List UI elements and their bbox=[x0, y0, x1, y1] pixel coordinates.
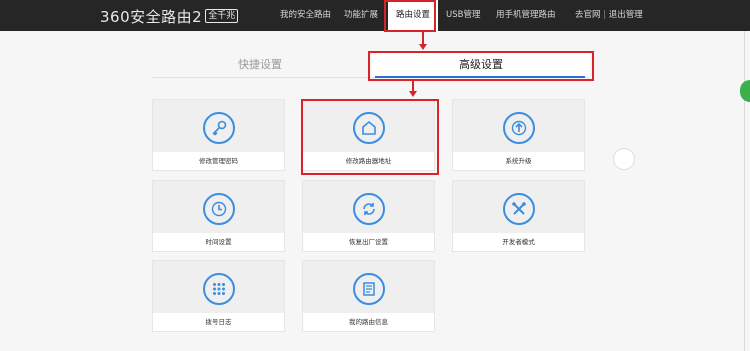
annotation-box-card bbox=[301, 99, 439, 175]
document-icon bbox=[352, 273, 385, 305]
annotation-arrow-1 bbox=[419, 44, 427, 50]
scrollbar-track bbox=[744, 31, 745, 351]
nav-my-router[interactable]: 我的安全路由 bbox=[280, 0, 331, 31]
nav-extensions[interactable]: 功能扩展 bbox=[344, 0, 378, 31]
nav-mobile-management[interactable]: 用手机管理路由 bbox=[496, 0, 556, 31]
clock-icon bbox=[202, 193, 235, 225]
card-label: 拨号日志 bbox=[153, 313, 284, 331]
tools-icon bbox=[502, 193, 535, 225]
card-developer-mode[interactable]: 开发者模式 bbox=[452, 180, 585, 252]
card-factory-reset[interactable]: 恢复出厂设置 bbox=[302, 180, 435, 252]
dot-grid-icon bbox=[202, 273, 235, 305]
card-label: 修改管理密码 bbox=[153, 152, 284, 170]
annotation-arrow-2 bbox=[409, 91, 417, 97]
card-label: 恢复出厂设置 bbox=[303, 233, 434, 251]
link-logout[interactable]: 退出管理 bbox=[609, 10, 643, 20]
top-links: 去官网 | 退出管理 bbox=[575, 0, 643, 31]
tab-quick-settings[interactable]: 快捷设置 bbox=[195, 53, 325, 77]
card-my-router-info[interactable]: 我的路由信息 bbox=[302, 260, 435, 332]
upload-arrow-icon bbox=[502, 112, 535, 144]
side-green-tab-icon[interactable] bbox=[740, 80, 750, 102]
card-label: 时间设置 bbox=[153, 233, 284, 251]
card-label: 我的路由信息 bbox=[303, 313, 434, 331]
card-dial-log[interactable]: 拨号日志 bbox=[152, 260, 285, 332]
key-icon bbox=[202, 112, 235, 144]
top-nav: 我的安全路由 功能扩展 路由设置 USB管理 用手机管理路由 去官网 | 退出管… bbox=[0, 0, 750, 31]
nav-usb-management[interactable]: USB管理 bbox=[446, 0, 480, 31]
link-official-site[interactable]: 去官网 bbox=[575, 10, 601, 20]
card-time-settings[interactable]: 时间设置 bbox=[152, 180, 285, 252]
card-change-password[interactable]: 修改管理密码 bbox=[152, 99, 285, 171]
annotation-box-nav bbox=[384, 0, 436, 32]
refresh-icon bbox=[352, 193, 385, 225]
card-system-upgrade[interactable]: 系统升级 bbox=[452, 99, 585, 171]
card-label: 系统升级 bbox=[453, 152, 584, 170]
floating-assistant-icon[interactable] bbox=[613, 148, 635, 170]
annotation-box-tab bbox=[368, 51, 594, 81]
card-label: 开发者模式 bbox=[453, 233, 584, 251]
